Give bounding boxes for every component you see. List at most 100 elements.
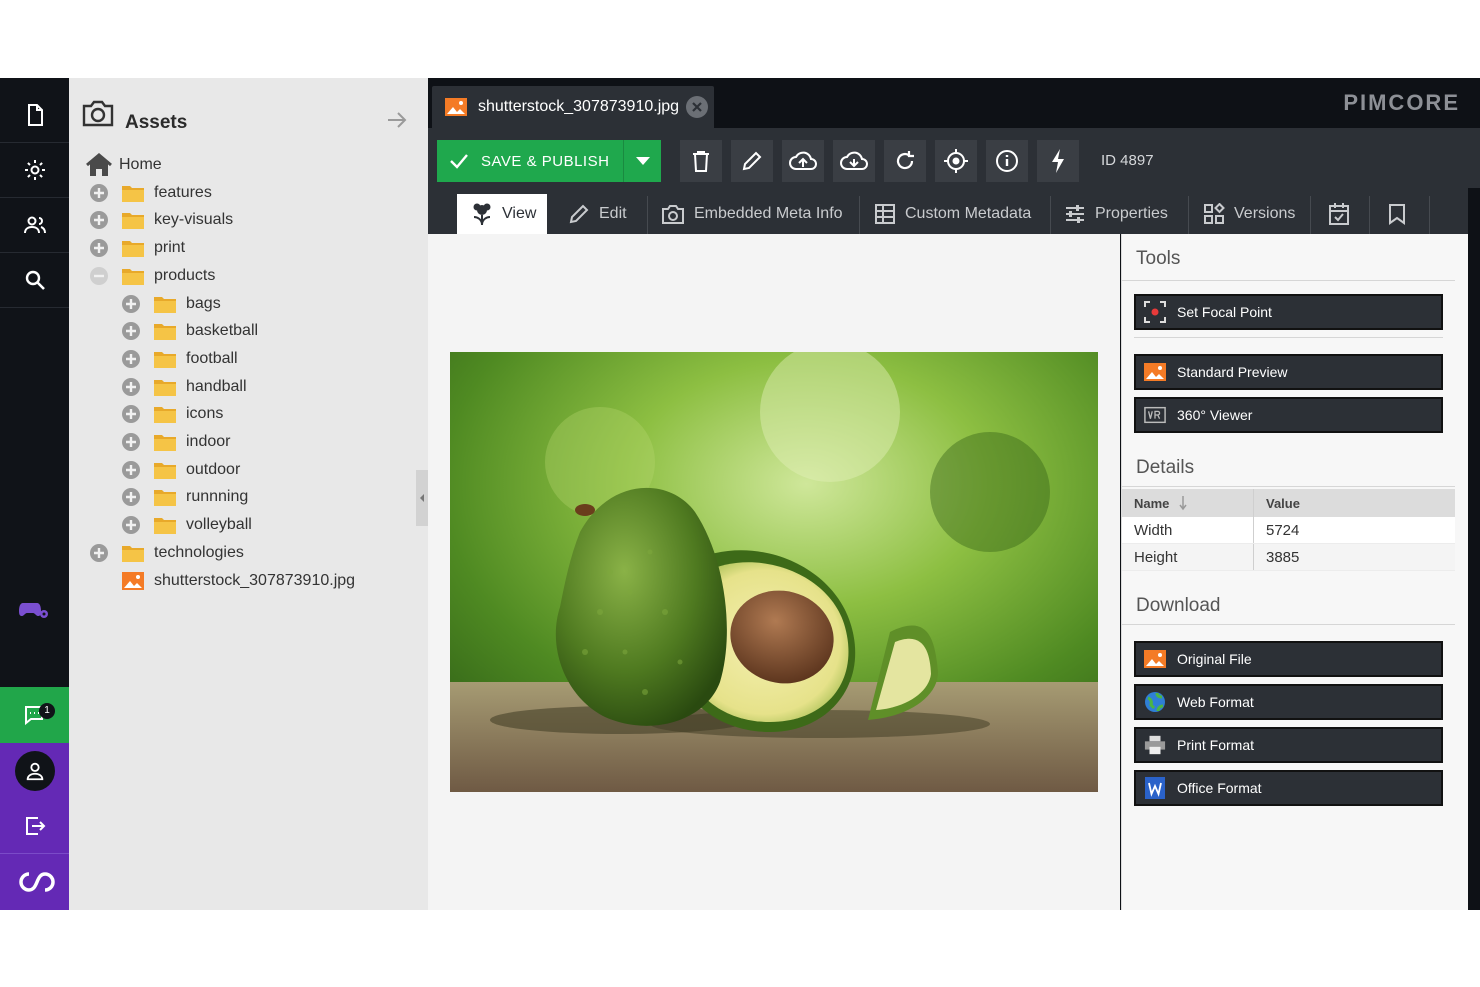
search-icon — [25, 270, 45, 290]
section-divider — [1122, 280, 1455, 281]
standard-preview-button[interactable]: Standard Preview — [1134, 354, 1443, 390]
office-format-label: Office Format — [1177, 780, 1262, 796]
download-button[interactable] — [833, 140, 875, 182]
pimcore-logo-button[interactable] — [0, 853, 69, 910]
tree-item[interactable]: runnning — [121, 484, 248, 510]
value-column-header[interactable]: Value — [1254, 489, 1455, 517]
expand-icon[interactable] — [89, 238, 109, 258]
tree-item[interactable]: products — [89, 263, 215, 289]
details-table: Name Value Width 5724 Height 3885 — [1122, 489, 1455, 571]
nav-extensions-button[interactable] — [0, 581, 69, 636]
show-in-tree-button[interactable] — [935, 140, 977, 182]
expand-icon[interactable] — [121, 404, 141, 424]
save-publish-button[interactable]: SAVE & PUBLISH — [437, 140, 623, 182]
tree-item[interactable]: features — [89, 180, 212, 206]
tree-item[interactable]: indoor — [121, 429, 230, 455]
tree-item[interactable]: football — [121, 346, 238, 372]
tree-item[interactable]: shutterstock_307873910.jpg — [89, 568, 355, 594]
nav-users-button[interactable] — [0, 198, 69, 253]
bookmark-icon — [1389, 204, 1405, 225]
tab-view[interactable]: View — [457, 194, 547, 234]
expand-icon[interactable] — [121, 349, 141, 369]
user-icon — [26, 762, 43, 781]
expand-icon[interactable] — [121, 487, 141, 507]
nav-settings-button[interactable] — [0, 143, 69, 198]
expand-icon[interactable] — [121, 321, 141, 341]
download-office-format-button[interactable]: Office Format — [1134, 770, 1443, 806]
folder-icon — [154, 462, 176, 479]
tab-asset-file[interactable]: shutterstock_307873910.jpg — [432, 86, 714, 128]
caret-down-icon — [635, 157, 650, 165]
expand-icon[interactable] — [121, 432, 141, 452]
tree-item[interactable]: handball — [121, 374, 247, 400]
collapse-icon[interactable] — [89, 266, 109, 286]
tree-item[interactable]: outdoor — [121, 457, 240, 483]
panel-splitter-handle[interactable] — [416, 470, 428, 526]
tab-schedule[interactable] — [1328, 194, 1359, 234]
name-column-header[interactable]: Name — [1122, 489, 1254, 517]
brand-logo-text: PIMCORE — [1343, 90, 1460, 115]
expand-icon[interactable] — [89, 210, 109, 230]
asset-preview-image[interactable] — [450, 352, 1098, 792]
user-profile-button[interactable] — [0, 743, 69, 799]
expand-icon[interactable] — [121, 377, 141, 397]
trash-icon — [693, 151, 709, 172]
tab-separator — [1050, 196, 1051, 234]
nav-documents-button[interactable] — [0, 88, 69, 143]
tab-separator — [1369, 196, 1370, 234]
download-web-format-button[interactable]: Web Format — [1134, 684, 1443, 720]
save-options-dropdown[interactable] — [623, 140, 661, 182]
expand-icon[interactable] — [89, 543, 109, 563]
tree-item[interactable]: icons — [121, 401, 223, 427]
tree-item[interactable]: Home — [85, 152, 162, 178]
rename-button[interactable] — [731, 140, 773, 182]
web-format-label: Web Format — [1177, 694, 1254, 710]
expand-icon[interactable] — [121, 294, 141, 314]
tab-edit[interactable]: Edit — [568, 194, 627, 234]
info-icon — [996, 150, 1018, 172]
tree-item[interactable]: volleyball — [121, 512, 252, 538]
tab-properties[interactable]: Properties — [1064, 194, 1168, 234]
nav-search-button[interactable] — [0, 253, 69, 308]
clear-cache-button[interactable] — [1037, 140, 1079, 182]
tree-item[interactable]: technologies — [89, 540, 244, 566]
tab-custom-metadata[interactable]: Custom Metadata — [874, 194, 1031, 234]
tree-spacer — [89, 571, 109, 591]
tab-separator — [1310, 196, 1311, 234]
details-table-header: Name Value — [1122, 489, 1455, 517]
delete-button[interactable] — [680, 140, 722, 182]
tree-item[interactable]: print — [89, 235, 185, 261]
tab-embedded-meta-info[interactable]: Embedded Meta Info — [661, 194, 843, 234]
checkmark-icon — [450, 154, 468, 169]
download-section-title: Download — [1136, 595, 1221, 616]
tab-close-button[interactable] — [686, 96, 708, 118]
assets-tree-header: Assets — [69, 86, 428, 140]
upload-new-version-button[interactable] — [782, 140, 824, 182]
tree-item[interactable]: key-visuals — [89, 207, 233, 233]
tree-item[interactable]: basketball — [121, 318, 258, 344]
expand-icon[interactable] — [121, 460, 141, 480]
expand-icon[interactable] — [89, 183, 109, 203]
tree-item[interactable]: bags — [121, 291, 221, 317]
tab-bookmark[interactable] — [1388, 194, 1415, 234]
expand-icon[interactable] — [121, 515, 141, 535]
logout-button[interactable] — [0, 799, 69, 853]
360-viewer-button[interactable]: 360° Viewer — [1134, 397, 1443, 433]
download-print-format-button[interactable]: Print Format — [1134, 727, 1443, 763]
info-button[interactable] — [986, 140, 1028, 182]
tree-item-label: outdoor — [186, 460, 241, 478]
arrow-right-icon[interactable] — [386, 110, 408, 130]
print-format-label: Print Format — [1177, 737, 1255, 753]
tab-versions[interactable]: Versions — [1203, 194, 1295, 234]
image-file-icon — [1144, 363, 1166, 381]
sort-down-icon — [1179, 496, 1188, 511]
document-icon — [27, 104, 43, 126]
set-focal-point-button[interactable]: Set Focal Point — [1134, 294, 1443, 330]
table-row[interactable]: Height 3885 — [1122, 544, 1455, 571]
folder-icon — [154, 379, 176, 396]
table-row[interactable]: Width 5724 — [1122, 517, 1455, 544]
download-original-file-button[interactable]: Original File — [1134, 641, 1443, 677]
notifications-button[interactable]: 1 — [0, 687, 69, 743]
gear-icon — [24, 160, 45, 180]
reload-button[interactable] — [884, 140, 926, 182]
